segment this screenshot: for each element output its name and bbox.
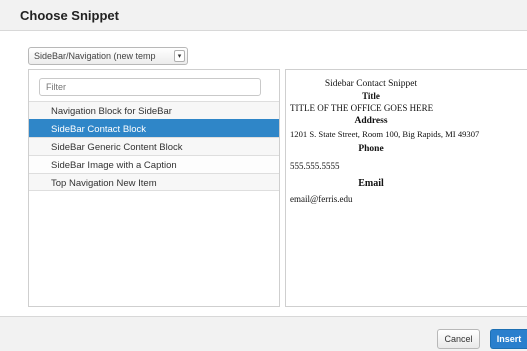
- dialog-title: Choose Snippet: [20, 8, 119, 23]
- choose-snippet-dialog: Choose Snippet SideBar/Navigation (new t…: [0, 0, 527, 351]
- chevron-down-icon[interactable]: ▾: [174, 50, 185, 62]
- dialog-header: Choose Snippet: [0, 0, 527, 31]
- filter-input[interactable]: [39, 78, 261, 96]
- snippet-item-contact-block[interactable]: SideBar Contact Block: [29, 119, 279, 137]
- preview-address-label: Address: [354, 116, 388, 126]
- snippet-item-navigation-block[interactable]: Navigation Block for SideBar: [29, 101, 279, 119]
- preview-heading: Sidebar Contact Snippet: [324, 79, 418, 89]
- category-select-value: SideBar/Navigation (new temp: [34, 51, 156, 61]
- preview-phone-label: Phone: [358, 144, 384, 154]
- snippet-list-pane: Navigation Block for SideBar SideBar Con…: [28, 69, 280, 307]
- preview-address-value: 1201 S. State Street, Room 100, Big Rapi…: [290, 129, 480, 139]
- dialog-footer: Cancel Insert: [0, 316, 527, 351]
- preview-title-value: TITLE OF THE OFFICE GOES HERE: [290, 103, 434, 113]
- preview-title-label: Title: [362, 91, 380, 101]
- preview-email-label: Email: [358, 178, 384, 189]
- snippet-category-select[interactable]: SideBar/Navigation (new temp ▾: [28, 47, 188, 65]
- preview-phone-value: 555.555.5555: [290, 161, 340, 171]
- snippet-item-image-with-caption[interactable]: SideBar Image with a Caption: [29, 155, 279, 173]
- preview-email-value: email@ferris.edu: [290, 194, 353, 204]
- insert-button[interactable]: Insert: [490, 329, 527, 349]
- snippet-item-generic-content-block[interactable]: SideBar Generic Content Block: [29, 137, 279, 155]
- snippet-preview-pane: Sidebar Contact Snippet Title TITLE OF T…: [285, 69, 527, 307]
- cancel-button[interactable]: Cancel: [437, 329, 480, 349]
- snippet-item-top-navigation[interactable]: Top Navigation New Item: [29, 173, 279, 191]
- snippet-list: Navigation Block for SideBar SideBar Con…: [29, 101, 279, 191]
